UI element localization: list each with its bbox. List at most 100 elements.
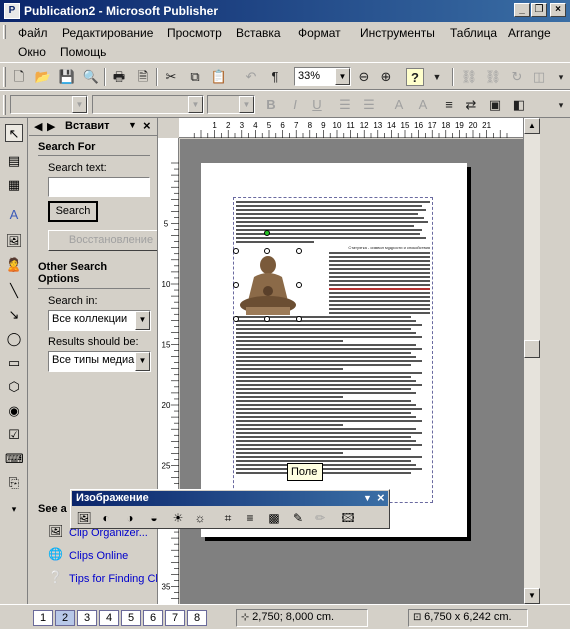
page-button-7[interactable]: 7	[165, 610, 185, 626]
menu-tools[interactable]: Инструменты	[356, 24, 439, 42]
save-icon[interactable]: 💾	[58, 68, 76, 86]
bold-icon[interactable]: B	[262, 96, 280, 114]
selection-handle[interactable]	[296, 248, 302, 254]
menu-help[interactable]: Помощь	[56, 43, 110, 61]
cut-icon[interactable]: ✂	[162, 68, 180, 86]
chevron-down-icon[interactable]: ▼	[135, 311, 150, 330]
picture-frame-icon[interactable]: 🖼	[5, 232, 23, 250]
chevron-down-icon[interactable]: ▾	[552, 96, 570, 114]
search-in-select[interactable]: Все коллекции ▼	[48, 310, 151, 331]
forward-arrow-icon[interactable]: ▶	[47, 120, 55, 133]
text-frame[interactable]: Статуэтка - символ мудрости и спокойстви…	[233, 197, 433, 503]
selection-handle[interactable]	[296, 316, 302, 322]
font-size-combo[interactable]: ▼	[207, 95, 255, 114]
autoshapes-icon[interactable]: ⬡	[5, 378, 23, 396]
image-control-icon[interactable]: ◐	[97, 509, 115, 527]
publisher-app-icon[interactable]: P	[4, 3, 20, 19]
scroll-down-button[interactable]: ▼	[524, 588, 540, 604]
buddha-picture-frame[interactable]	[233, 230, 302, 322]
more-brightness-icon[interactable]: ☀	[169, 509, 187, 527]
vertical-ruler[interactable]: 5101520253035	[158, 138, 179, 604]
crop-icon[interactable]: ⌗	[219, 509, 237, 527]
text-wrapping-icon[interactable]: ▩	[265, 509, 283, 527]
results-select[interactable]: Все типы медиа ▼	[48, 351, 151, 372]
chevron-down-icon[interactable]: ▼	[335, 68, 350, 85]
font-combo[interactable]: ▼	[92, 95, 204, 114]
print-preview-icon[interactable]: 🗎	[134, 68, 152, 86]
back-arrow-icon[interactable]: ◀	[34, 120, 42, 133]
ruler-corner[interactable]	[158, 118, 179, 138]
page-button-2[interactable]: 2	[55, 610, 75, 626]
table-frame-icon[interactable]: ▦	[5, 176, 23, 194]
font-size-decrease-icon[interactable]: A	[390, 96, 408, 114]
3d-style-icon[interactable]: ◧	[510, 96, 528, 114]
new-document-icon[interactable]: 🗋	[10, 68, 28, 86]
menu-file[interactable]: Файл	[14, 24, 52, 42]
menu-arrange[interactable]: Arrange	[504, 24, 555, 42]
selection-handle[interactable]	[264, 248, 270, 254]
italic-icon[interactable]: I	[286, 96, 304, 114]
selection-handle[interactable]	[233, 282, 239, 288]
copy-icon[interactable]: ⧉	[186, 68, 204, 86]
format-picture-icon[interactable]: ✎	[289, 509, 307, 527]
set-transparent-color-icon[interactable]: ✏	[311, 509, 329, 527]
publication-page[interactable]: Статуэтка - символ мудрости и спокойстви…	[201, 163, 467, 537]
open-folder-icon[interactable]: 📂	[34, 68, 52, 86]
reset-picture-icon[interactable]: 🖾	[339, 509, 357, 527]
design-gallery-icon[interactable]: ⎘	[5, 474, 23, 492]
horizontal-ruler[interactable]: 1 2 3 4 5 6 7 8 9 10 11 12 13 14 15 16 17 18 19 20 21	[179, 118, 523, 138]
search-button[interactable]: Search	[48, 201, 98, 222]
underline-icon[interactable]: U	[308, 96, 326, 114]
rectangle-icon[interactable]: ▭	[5, 354, 23, 372]
dash-style-icon[interactable]: ⇄	[462, 96, 480, 114]
selection-handle[interactable]	[233, 316, 239, 322]
select-arrow-icon[interactable]: ↖	[5, 124, 23, 142]
print-icon[interactable]: 🖶	[110, 68, 128, 86]
line-style-icon[interactable]: ≡	[440, 96, 458, 114]
menu-table[interactable]: Таблица	[446, 24, 501, 42]
zoom-combo[interactable]: 33% ▼	[294, 67, 351, 86]
close-button[interactable]: ×	[550, 3, 566, 17]
more-contrast-icon[interactable]: ◑	[121, 509, 139, 527]
tips-link[interactable]: Tips for Finding Cli	[69, 573, 157, 585]
close-icon[interactable]: ×	[377, 490, 385, 505]
oval-icon[interactable]: ◯	[5, 330, 23, 348]
chevron-down-icon[interactable]: ▼	[135, 352, 150, 371]
link-icon[interactable]: ⛓	[460, 68, 478, 86]
help-icon[interactable]: ?	[406, 68, 424, 86]
menu-view[interactable]: Просмотр	[163, 24, 226, 42]
page-button-4[interactable]: 4	[99, 610, 119, 626]
rotate-icon[interactable]: ↻	[508, 68, 526, 86]
page-button-3[interactable]: 3	[77, 610, 97, 626]
line-icon[interactable]: ╲	[5, 282, 23, 300]
zoom-out-icon[interactable]: ⊖	[355, 68, 373, 86]
paste-icon[interactable]: 📋	[210, 68, 228, 86]
page-button-5[interactable]: 5	[121, 610, 141, 626]
page-button-6[interactable]: 6	[143, 610, 163, 626]
minimize-button[interactable]: _	[514, 3, 530, 17]
chevron-down-icon[interactable]: ▼	[72, 96, 87, 113]
restore-button[interactable]: ❐	[531, 3, 547, 17]
hot-spot-icon[interactable]: ◉	[5, 402, 23, 420]
page-button-1[interactable]: 1	[33, 610, 53, 626]
clip-art-icon[interactable]: 🙎	[5, 256, 23, 274]
text-box-icon[interactable]: ▤	[5, 152, 23, 170]
menu-edit[interactable]: Редактирование	[58, 24, 157, 42]
close-icon[interactable]: ×	[143, 118, 151, 133]
search-text-input[interactable]	[48, 177, 150, 197]
selection-handle[interactable]	[296, 282, 302, 288]
clips-online-link[interactable]: Clips Online	[69, 550, 128, 562]
scroll-thumb[interactable]	[524, 340, 540, 358]
wordart-icon[interactable]: A	[5, 206, 23, 224]
chevron-down-icon[interactable]: ▼	[128, 120, 137, 130]
chevron-down-icon[interactable]: ▾	[5, 500, 23, 518]
picture-toolbar-titlebar[interactable]: Изображение ▼ ×	[72, 490, 388, 506]
selection-handle[interactable]	[264, 316, 270, 322]
selection-handle[interactable]	[233, 248, 239, 254]
menu-format[interactable]: Формат	[294, 24, 345, 42]
page-button-8[interactable]: 8	[187, 610, 207, 626]
restore-button[interactable]: Восстановление	[48, 230, 157, 251]
zoom-in-icon[interactable]: ⊕	[377, 68, 395, 86]
insert-picture-icon[interactable]: 🖼	[75, 509, 93, 527]
chevron-down-icon[interactable]: ▼	[428, 68, 446, 86]
